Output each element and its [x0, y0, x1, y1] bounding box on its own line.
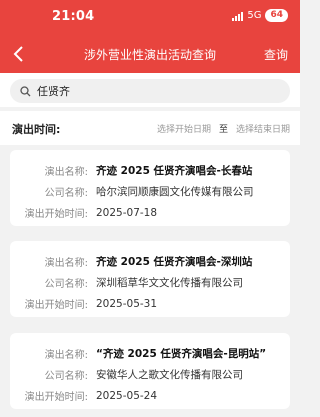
- start-date: 2025-05-31: [96, 297, 158, 310]
- name-label: 演出名称:: [44, 350, 88, 361]
- signal-icon: [232, 11, 244, 21]
- nav-bar: 涉外营业性演出活动查询 查询: [0, 36, 300, 73]
- result-card[interactable]: 演出名称: 齐迹 2025 任贤齐演唱会-深圳站 公司名称: 深圳稻草华文文化传播有…: [10, 241, 290, 317]
- company-name: 安徽华人之歌文化传播有限公司: [96, 369, 243, 381]
- result-card[interactable]: 演出名称: 齐迹 2025 任贤齐演唱会-长春站 公司名称: 哈尔滨同顺康圆文化传媒…: [10, 150, 290, 226]
- show-name: 齐迹 2025 任贤齐演唱会-长春站: [96, 165, 253, 177]
- status-bar: 21:04 5G 64: [0, 0, 300, 36]
- start-date-picker[interactable]: 选择开始日期: [157, 122, 211, 135]
- status-indicators: 5G 64: [232, 9, 288, 22]
- search-value: 任贤齐: [37, 85, 70, 98]
- name-label: 演出名称:: [44, 258, 88, 269]
- company-name: 深圳稻草华文文化传播有限公司: [96, 277, 243, 289]
- company-label: 公司名称:: [44, 371, 88, 382]
- battery-icon: 64: [265, 9, 288, 22]
- query-button[interactable]: 查询: [264, 46, 288, 63]
- start-date: 2025-05-24: [96, 389, 158, 402]
- network-label: 5G: [247, 10, 262, 21]
- start-date: 2025-07-18: [96, 206, 158, 219]
- start-label: 演出开始时间:: [24, 392, 88, 403]
- page-title: 涉外营业性演出活动查询: [83, 48, 216, 62]
- start-label: 演出开始时间:: [24, 209, 88, 220]
- end-date-picker[interactable]: 选择结束日期: [236, 122, 290, 135]
- status-time: 21:04: [52, 9, 95, 24]
- date-filter-label: 演出时间:: [12, 123, 61, 136]
- search-bar: 任贤齐: [0, 73, 300, 107]
- name-label: 演出名称:: [44, 167, 88, 178]
- header: 21:04 5G 64 涉外营业性演出活动查询 查询: [0, 0, 300, 73]
- date-filter: 演出时间: 选择开始日期 至 选择结束日期: [0, 111, 300, 145]
- company-label: 公司名称:: [44, 188, 88, 199]
- show-name: “齐迹 2025 任贤齐演唱会-昆明站”: [96, 348, 267, 360]
- start-label: 演出开始时间:: [24, 300, 88, 311]
- date-range-separator: 至: [218, 125, 228, 135]
- show-name: 齐迹 2025 任贤齐演唱会-深圳站: [96, 256, 253, 268]
- company-label: 公司名称:: [44, 279, 88, 290]
- search-icon: [20, 85, 31, 96]
- result-card[interactable]: 演出名称: “齐迹 2025 任贤齐演唱会-昆明站” 公司名称: 安徽华人之歌文化传…: [10, 333, 290, 409]
- search-input[interactable]: 任贤齐: [10, 79, 290, 103]
- company-name: 哈尔滨同顺康圆文化传媒有限公司: [96, 186, 254, 198]
